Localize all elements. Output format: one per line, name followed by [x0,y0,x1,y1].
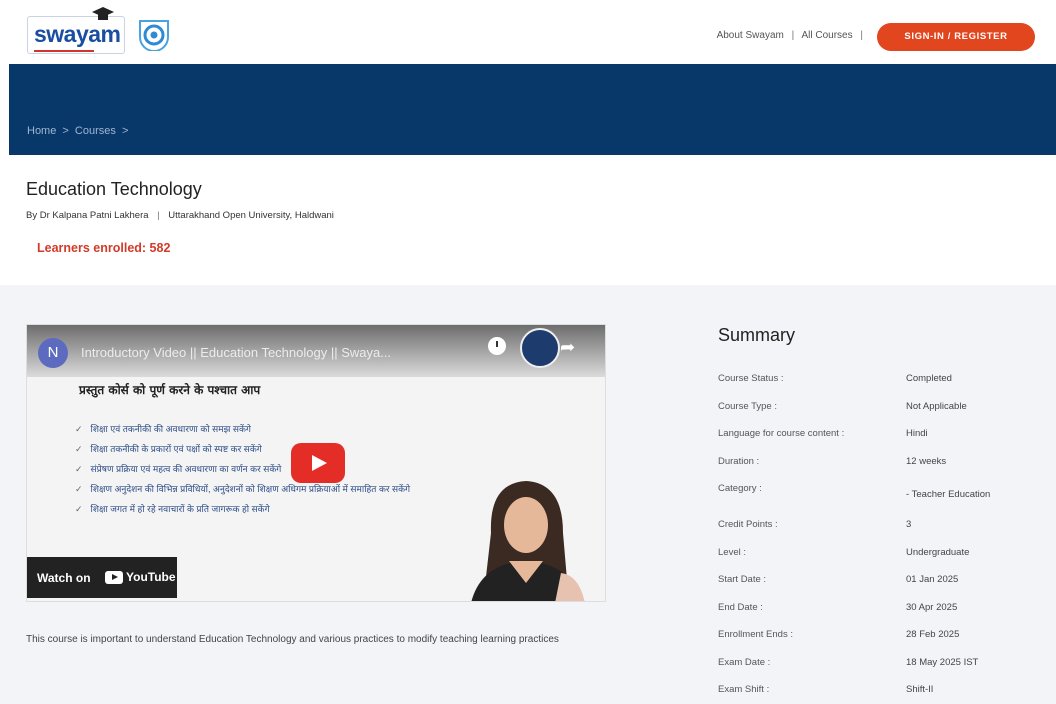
summary-row: Category : - Teacher Education [718,483,1038,519]
watch-later-icon[interactable] [488,337,506,355]
page-banner: Home > Courses > [9,64,1056,155]
summary-key: Exam Date : [718,656,771,668]
summary-key: Course Status : [718,373,784,384]
university-logo-icon [520,328,560,368]
page-title: Education Technology [26,179,202,199]
summary-key: Start Date : [718,574,767,585]
video-title[interactable]: Introductory Video || Education Technolo… [81,345,461,360]
summary-value: 01 Jan 2025 [906,574,959,585]
nav-separator: | [860,30,863,41]
summary-key: Course Type : [718,400,777,412]
summary-row: Level : Undergraduate [718,547,1038,575]
summary-key: Category : [718,483,762,494]
summary-key: Duration : [718,455,760,467]
summary-key: Level : [718,546,746,558]
nav-separator: | [791,30,795,41]
video-player[interactable]: प्रस्तुत कोर्स को पूर्ण करने के पश्चात आ… [26,324,606,602]
course-header: Education Technology By Dr Kalpana Patni… [0,155,1056,285]
channel-avatar[interactable]: N [38,338,68,368]
course-byline: By Dr Kalpana Patni Lakhera | Uttarakhan… [26,210,334,221]
instructor-name: By Dr Kalpana Patni Lakhera [26,210,149,221]
play-button[interactable] [291,443,345,483]
summary-key: End Date : [718,601,763,613]
summary-table: Course Status : Completed Course Type : No… [718,373,1038,704]
summary-row: Exam Shift : Shift-II [718,684,1038,704]
summary-row: Duration : 12 weeks [718,456,1038,484]
summary-value: 30 Apr 2025 [906,601,958,613]
summary-key: Language for course content : [718,428,845,439]
top-header: swayam About Swayam | All Courses | SIGN… [0,0,1056,64]
breadcrumb: Home > Courses > [27,125,131,137]
nav-about-swayam[interactable]: About Swayam [717,30,784,41]
breadcrumb-home[interactable]: Home [27,125,56,137]
nav-all-courses[interactable]: All Courses [801,30,852,41]
summary-value: 3 [906,519,912,530]
institution-name: Uttarakhand Open University, Haldwani [168,210,334,221]
summary-row: Course Status : Completed [718,373,1038,401]
learners-enrolled: Learners enrolled: 582 [37,241,171,255]
logo-text: swayam [34,21,121,47]
summary-row: Exam Date : 18 May 2025 IST [718,657,1038,685]
swayam-logo[interactable]: swayam [27,7,125,54]
summary-row: Language for course content : Hindi [718,428,1038,456]
logo-underline [34,50,94,52]
summary-value: 18 May 2025 IST [906,656,979,668]
breadcrumb-separator: > [62,125,69,137]
summary-row: End Date : 30 Apr 2025 [718,602,1038,630]
youtube-label: YouTube [126,570,176,584]
summary-key: Credit Points : [718,519,778,530]
video-title-bar: N Introductory Video || Education Techno… [27,325,605,377]
summary-row: Start Date : 01 Jan 2025 [718,574,1038,602]
youtube-icon [105,571,123,584]
slide-bullet: शिक्षण अनुदेशन की विभिन्न प्रविधियों, अन… [75,483,515,495]
byline-separator: | [157,210,160,221]
share-icon[interactable]: ➦ [560,337,575,358]
slide-bullet: शिक्षा जगत में हो रहे नवाचारों के प्रति … [75,503,515,515]
summary-row: Enrollment Ends : 28 Feb 2025 [718,629,1038,657]
breadcrumb-courses[interactable]: Courses [75,125,116,137]
breadcrumb-separator: > [121,125,129,137]
summary-value: - Teacher Education [906,489,991,500]
summary-row: Course Type : Not Applicable [718,401,1038,429]
watch-on-youtube[interactable]: Watch on YouTube [27,557,177,598]
course-description: This course is important to understand E… [26,634,559,645]
watch-on-label: Watch on [37,571,91,585]
slide-heading: प्रस्तुत कोर्स को पूर्ण करने के पश्चात आ… [79,383,261,397]
summary-value: Undergraduate [906,546,970,558]
presenter-image [471,481,585,601]
summary-key: Exam Shift : [718,684,770,695]
top-nav: About Swayam | All Courses | [717,30,868,41]
summary-value: 12 weeks [906,455,947,467]
summary-value: Not Applicable [906,400,967,412]
course-content: प्रस्तुत कोर्स को पूर्ण करने के पश्चात आ… [0,285,1056,704]
signin-register-button[interactable]: SIGN-IN / REGISTER [877,23,1035,51]
summary-value: Shift-II [906,684,934,695]
graduation-cap-icon [92,7,114,20]
summary-value: 28 Feb 2025 [906,629,960,640]
slide-bullet: शिक्षा एवं तकनीकी की अवधारणा को समझ सकें… [75,423,515,435]
summary-value: Completed [906,373,952,384]
summary-row: Credit Points : 3 [718,519,1038,547]
summary-value: Hindi [906,428,928,439]
summary-title: Summary [718,325,796,345]
swayam-emblem-icon [139,20,169,51]
summary-key: Enrollment Ends : [718,629,793,640]
